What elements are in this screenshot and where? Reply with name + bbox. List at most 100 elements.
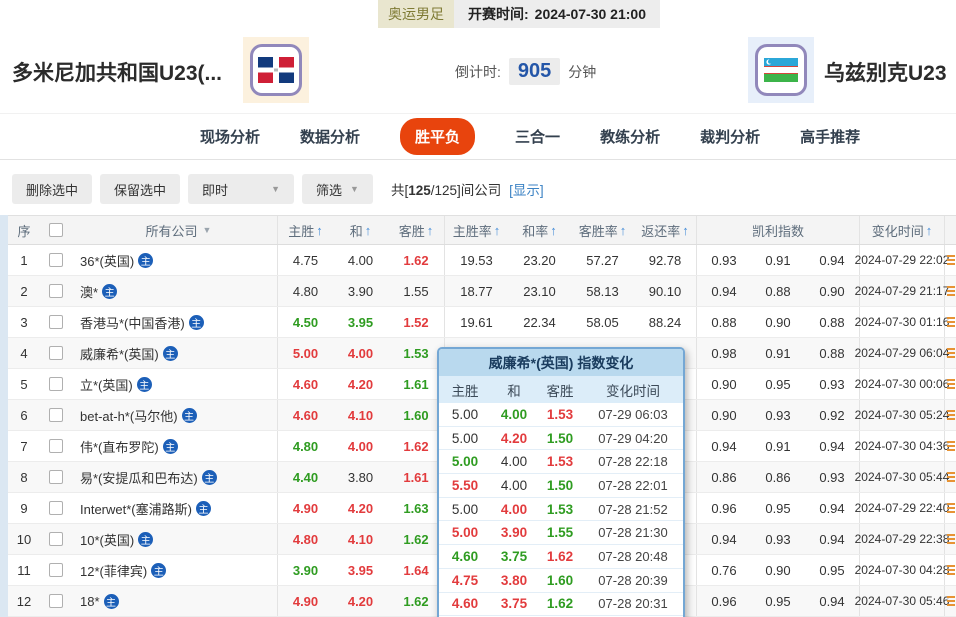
kelly-away-cell: 0.88 [805, 307, 860, 337]
col-away-win[interactable]: 客胜↑ [388, 216, 445, 244]
col-return-rate[interactable]: 返还率↑ [634, 216, 697, 244]
popup-time-cell: 07-29 06:03 [583, 407, 683, 422]
company-name[interactable]: 伟*(直布罗陀) [80, 437, 159, 456]
company-cell[interactable]: 威廉希*(英国) 主 [72, 338, 278, 368]
company-name[interactable]: 立*(英国) [80, 375, 133, 394]
odds-value: 1.61 [403, 470, 428, 485]
kelly-home-cell: 0.94 [697, 524, 751, 554]
company-name[interactable]: bet-at-h*(马尔他) [80, 406, 178, 425]
tab-3in1[interactable]: 三合一 [515, 126, 560, 147]
show-link[interactable]: [显示] [509, 183, 544, 198]
col-draw[interactable]: 和↑ [333, 216, 388, 244]
trend-chart-icon[interactable] [947, 565, 955, 576]
filter-dropdown[interactable]: 筛选 ▼ [302, 174, 373, 204]
odds-away-cell: 1.62 [388, 245, 445, 275]
col-draw-rate[interactable]: 和率↑ [508, 216, 571, 244]
popup-home-cell: 5.00 [439, 407, 491, 422]
trend-chart-icon[interactable] [947, 596, 955, 607]
row-checkbox[interactable] [49, 408, 63, 422]
odds-value: 4.50 [293, 315, 318, 330]
company-cell[interactable]: 12*(菲律宾) 主 [72, 555, 278, 585]
company-name[interactable]: 易*(安提瓜和巴布达) [80, 468, 198, 487]
popup-away-cell: 1.62 [537, 549, 583, 564]
company-cell[interactable]: 伟*(直布罗陀)主 [72, 431, 278, 461]
company-cell[interactable]: 立*(英国)主 [72, 369, 278, 399]
row-checkbox[interactable] [49, 439, 63, 453]
col-home-win[interactable]: 主胜↑ [278, 216, 333, 244]
trend-chart-icon[interactable] [947, 348, 955, 359]
instant-dropdown[interactable]: 即时 ▼ [188, 174, 294, 204]
company-name[interactable]: 18* [80, 594, 100, 609]
company-name[interactable]: 12*(菲律宾) [80, 561, 147, 580]
keep-selected-button[interactable]: 保留选中 [100, 174, 180, 204]
countdown-value: 905 [509, 58, 560, 85]
company-cell[interactable]: 10*(英国)主 [72, 524, 278, 554]
checkbox-cell [40, 555, 72, 585]
trend-chart-icon[interactable] [947, 472, 955, 483]
company-name[interactable]: 香港马*(中国香港) [80, 313, 185, 332]
kelly-away-cell: 0.95 [805, 555, 860, 585]
tab-live-analysis[interactable]: 现场分析 [200, 126, 260, 147]
company-cell[interactable]: 澳*主 [72, 276, 278, 306]
sort-asc-icon: ↑ [682, 223, 689, 238]
tab-1x2[interactable]: 胜平负 [400, 118, 475, 155]
trend-chart-icon[interactable] [947, 410, 955, 421]
sort-asc-icon: ↑ [427, 223, 434, 238]
trend-chart-icon[interactable] [947, 379, 955, 390]
company-name[interactable]: 澳* [80, 282, 98, 301]
col-company[interactable]: 所有公司 ▼ [72, 216, 278, 244]
popup-away-cell: 1.50 [537, 431, 583, 446]
checkbox-cell [40, 524, 72, 554]
tab-coach-analysis[interactable]: 教练分析 [600, 126, 660, 147]
col-home-rate[interactable]: 主胜率↑ [445, 216, 508, 244]
kelly-draw-cell: 0.88 [751, 276, 805, 306]
row-checkbox[interactable] [49, 470, 63, 484]
row-checkbox[interactable] [49, 346, 63, 360]
company-cell[interactable]: 香港马*(中国香港)主 [72, 307, 278, 337]
company-cell[interactable]: Interwet*(塞浦路斯)主 [72, 493, 278, 523]
company-name[interactable]: Interwet*(塞浦路斯) [80, 499, 192, 518]
popup-row: 4.603.751.6207-28 20:48 [439, 545, 683, 569]
company-name[interactable]: 36*(英国) [80, 251, 134, 270]
row-checkbox[interactable] [49, 501, 63, 515]
col-change-time[interactable]: 变化时间↑ [860, 216, 945, 244]
trend-chart-icon[interactable] [947, 317, 955, 328]
row-checkbox[interactable] [49, 253, 63, 267]
row-checkbox[interactable] [49, 563, 63, 577]
popup-away-cell: 1.55 [537, 525, 583, 540]
company-cell[interactable]: 36*(英国)主 [72, 245, 278, 275]
row-checkbox[interactable] [49, 284, 63, 298]
tab-referee-analysis[interactable]: 裁判分析 [700, 126, 760, 147]
trend-chart-icon[interactable] [947, 441, 955, 452]
company-name[interactable]: 10*(英国) [80, 530, 134, 549]
row-checkbox[interactable] [49, 377, 63, 391]
kelly-draw-cell: 0.95 [751, 369, 805, 399]
popup-away-cell: 1.53 [537, 454, 583, 469]
tab-expert-picks[interactable]: 高手推荐 [800, 126, 860, 147]
trend-chart-icon[interactable] [947, 503, 955, 514]
company-cell[interactable]: 18*主 [72, 586, 278, 616]
row-checkbox[interactable] [49, 315, 63, 329]
change-time-cell: 2024-07-30 01:16 [860, 307, 945, 337]
select-all-checkbox[interactable] [49, 223, 63, 237]
trend-chart-icon[interactable] [947, 286, 955, 297]
tab-data-analysis[interactable]: 数据分析 [300, 126, 360, 147]
row-checkbox[interactable] [49, 594, 63, 608]
change-time-cell: 2024-07-30 04:28 [860, 555, 945, 585]
page-gutter [0, 215, 8, 617]
company-cell[interactable]: bet-at-h*(马尔他)主 [72, 400, 278, 430]
company-name[interactable]: 威廉希*(英国) [80, 344, 159, 363]
trend-chart-icon[interactable] [947, 255, 955, 266]
main-company-badge: 主 [163, 346, 178, 361]
trend-chart-icon[interactable] [947, 534, 955, 545]
kelly-home-cell: 0.94 [697, 431, 751, 461]
chevron-down-icon: ▼ [350, 184, 359, 194]
row-checkbox[interactable] [49, 532, 63, 546]
delete-selected-button[interactable]: 删除选中 [12, 174, 92, 204]
odds-value: 1.50 [547, 431, 573, 446]
popup-row: 4.603.751.6207-28 20:31 [439, 593, 683, 617]
col-away-rate[interactable]: 客胜率↑ [571, 216, 634, 244]
odds-home-cell: 4.40 [278, 462, 333, 492]
main-company-badge: 主 [151, 563, 166, 578]
company-cell[interactable]: 易*(安提瓜和巴布达)主 [72, 462, 278, 492]
